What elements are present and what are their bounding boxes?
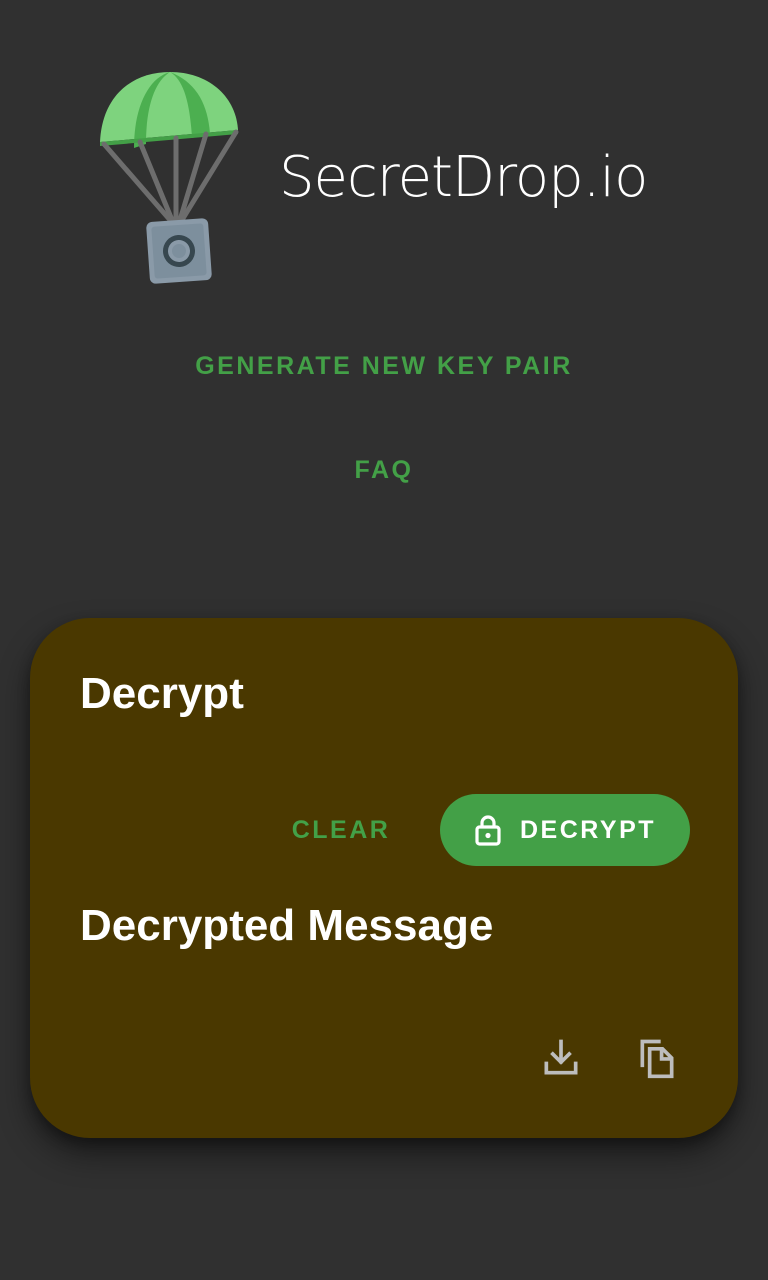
lock-icon bbox=[475, 815, 501, 846]
download-button[interactable] bbox=[533, 1030, 589, 1086]
site-title: SecretDrop.io bbox=[279, 145, 648, 210]
copy-button[interactable] bbox=[629, 1030, 685, 1086]
card-title: Decrypt bbox=[80, 669, 244, 718]
faq-link[interactable]: FAQ bbox=[0, 450, 768, 490]
decrypt-button-label: DECRYPT bbox=[519, 815, 657, 844]
decrypt-button[interactable]: DECRYPT bbox=[440, 794, 690, 866]
copy-icon bbox=[640, 1039, 674, 1079]
parachute-safe-logo bbox=[100, 72, 239, 284]
decrypt-card: Decrypt CLEAR DECRYPT Decrypted Message bbox=[30, 618, 738, 1138]
app-page: SecretDrop.io GENERATE NEW KEY PAIR FAQ … bbox=[0, 0, 768, 1280]
download-icon bbox=[544, 1039, 578, 1075]
clear-button[interactable]: CLEAR bbox=[284, 794, 398, 866]
generate-key-pair-link[interactable]: GENERATE NEW KEY PAIR bbox=[0, 346, 768, 386]
decrypted-message-title: Decrypted Message bbox=[80, 901, 494, 950]
